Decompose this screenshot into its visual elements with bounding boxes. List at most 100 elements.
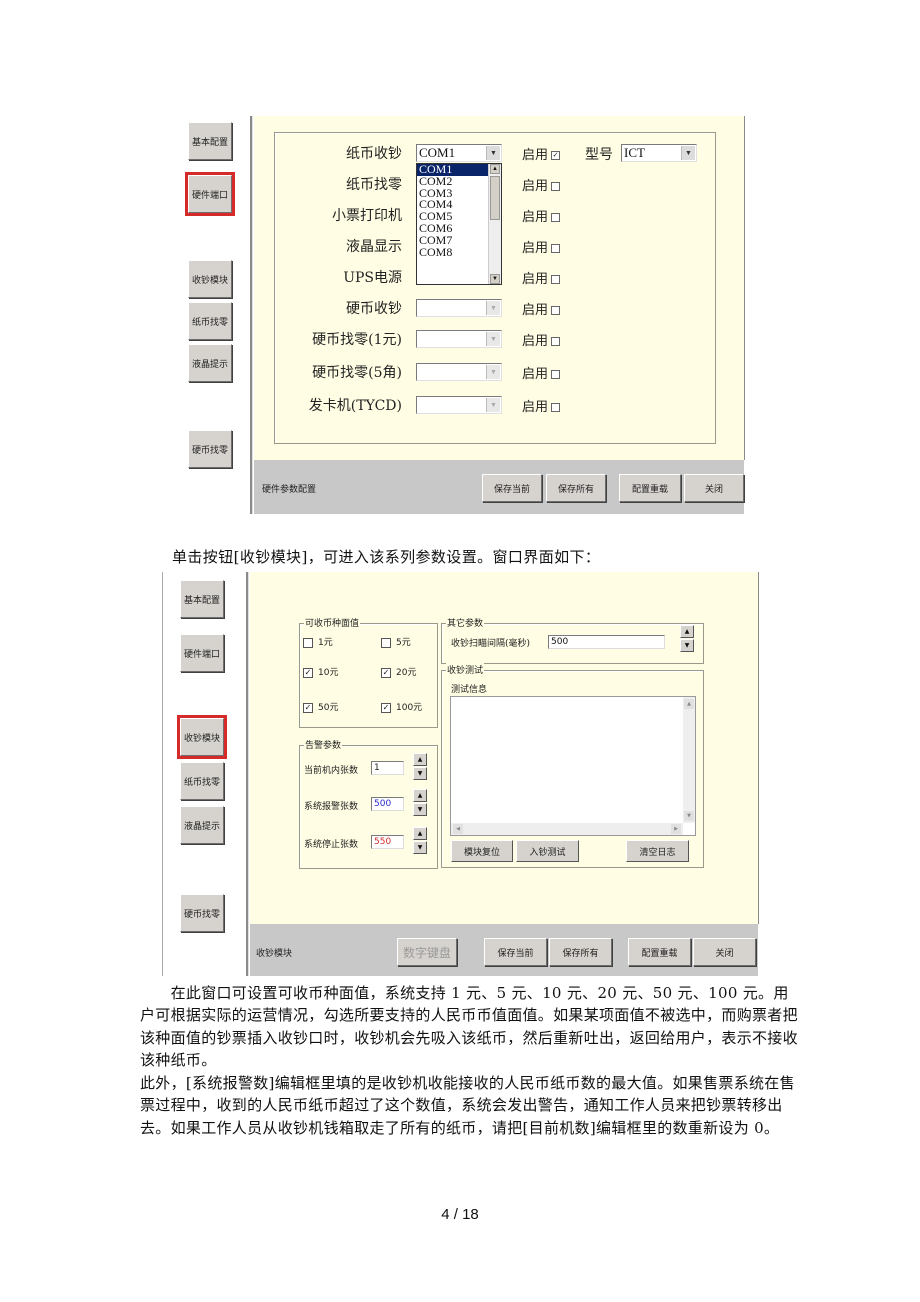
enable-checkbox[interactable]: 启用 bbox=[522, 206, 561, 225]
port-row-label: 纸币收钞 bbox=[346, 146, 402, 162]
sidebar-coin-change-button[interactable]: 硬币找零 bbox=[180, 894, 224, 932]
chevron-down-icon[interactable]: ▼ bbox=[486, 301, 500, 315]
model-select[interactable]: ICT ▼ bbox=[621, 144, 697, 162]
scroll-right-icon[interactable]: ▶ bbox=[671, 824, 681, 834]
scan-interval-input[interactable]: 500 bbox=[548, 635, 665, 649]
checkbox-icon[interactable] bbox=[381, 637, 391, 648]
alarm-title: 告警参数 bbox=[304, 738, 343, 751]
port-select[interactable]: ▼ bbox=[416, 330, 502, 348]
spin-up-icon[interactable]: ▲ bbox=[413, 753, 427, 766]
scroll-thumb[interactable] bbox=[490, 176, 500, 220]
checkbox-checked-icon[interactable]: ✓ bbox=[381, 702, 391, 713]
spin-down-icon[interactable]: ▼ bbox=[680, 639, 694, 652]
save-current-button[interactable]: 保存当前 bbox=[482, 474, 542, 502]
close-button[interactable]: 关闭 bbox=[693, 938, 756, 966]
sidebar-basic-config-button[interactable]: 基本配置 bbox=[180, 580, 224, 618]
enable-checkbox[interactable]: 启用 bbox=[522, 268, 561, 287]
numpad-button[interactable]: 数字键盘 bbox=[397, 938, 457, 966]
checkbox-icon[interactable] bbox=[551, 244, 561, 253]
close-button[interactable]: 关闭 bbox=[684, 474, 744, 502]
checkbox-icon[interactable] bbox=[551, 403, 561, 412]
spin-down-icon[interactable]: ▼ bbox=[413, 841, 427, 854]
insert-test-button[interactable]: 入钞测试 bbox=[516, 840, 579, 862]
sidebar-coin-change-button[interactable]: 硬币找零 bbox=[188, 430, 232, 468]
dropdown-scrollbar[interactable]: ▲ ▼ bbox=[488, 164, 501, 284]
denomination-checkbox[interactable]: 1元 bbox=[303, 635, 333, 648]
chevron-down-icon[interactable]: ▼ bbox=[486, 146, 500, 160]
horizontal-scrollbar[interactable]: ◀ ▶ bbox=[451, 823, 683, 835]
sidebar-lcd-prompt-button[interactable]: 液晶提示 bbox=[180, 806, 224, 844]
alarm-param-spinner[interactable]: ▲ ▼ bbox=[413, 789, 427, 817]
scroll-left-icon[interactable]: ◀ bbox=[453, 824, 463, 834]
sidebar-hardware-port-button[interactable]: 硬件端口 bbox=[185, 172, 235, 216]
checkbox-icon[interactable] bbox=[551, 275, 561, 284]
scroll-up-icon[interactable]: ▲ bbox=[684, 699, 694, 709]
sidebar-note-change-button[interactable]: 纸币找零 bbox=[180, 762, 224, 800]
alarm-param-input[interactable]: 550 bbox=[371, 835, 404, 849]
checkbox-checked-icon[interactable]: ✓ bbox=[303, 702, 313, 713]
spin-down-icon[interactable]: ▼ bbox=[413, 803, 427, 816]
separator bbox=[246, 572, 249, 976]
scroll-down-icon[interactable]: ▼ bbox=[490, 274, 500, 284]
sidebar-lcd-prompt-button[interactable]: 液晶提示 bbox=[188, 344, 232, 382]
sidebar-cash-module-button[interactable]: 收钞模块 bbox=[177, 715, 227, 759]
port-row-label: 硬币找零(1元) bbox=[312, 332, 402, 348]
scan-interval-spinner[interactable]: ▲ ▼ bbox=[680, 625, 694, 653]
spin-up-icon[interactable]: ▲ bbox=[680, 625, 694, 638]
enable-checkbox[interactable]: 启用 bbox=[522, 363, 561, 382]
reload-config-button[interactable]: 配置重载 bbox=[619, 474, 681, 502]
clear-log-button[interactable]: 清空日志 bbox=[626, 840, 689, 862]
port-select[interactable]: ▼ bbox=[416, 299, 502, 317]
denomination-checkbox[interactable]: ✓ 20元 bbox=[381, 665, 416, 678]
checkbox-checked-icon[interactable]: ✓ bbox=[551, 151, 561, 160]
chevron-down-icon[interactable]: ▼ bbox=[681, 146, 695, 160]
denomination-checkbox[interactable]: ✓ 10元 bbox=[303, 665, 338, 678]
port-select[interactable]: COM1 ▼ bbox=[416, 144, 502, 162]
sidebar-hardware-port-button[interactable]: 硬件端口 bbox=[180, 634, 224, 672]
denomination-checkbox[interactable]: ✓ 100元 bbox=[381, 700, 422, 713]
spin-up-icon[interactable]: ▲ bbox=[413, 827, 427, 840]
enable-checkbox[interactable]: 启用 bbox=[522, 330, 561, 349]
scroll-down-icon[interactable]: ▼ bbox=[684, 811, 694, 821]
enable-checkbox[interactable]: 启用 bbox=[522, 396, 561, 415]
save-current-button[interactable]: 保存当前 bbox=[484, 938, 547, 966]
chevron-down-icon[interactable]: ▼ bbox=[486, 398, 500, 412]
denomination-checkbox[interactable]: 5元 bbox=[381, 635, 411, 648]
sidebar-basic-config-button[interactable]: 基本配置 bbox=[188, 122, 232, 160]
port-dropdown-list[interactable]: COM1 COM2 COM3 COM4 COM5 COM6 COM7 COM8 ▲ ▼ bbox=[416, 163, 502, 285]
reload-config-button[interactable]: 配置重载 bbox=[628, 938, 691, 966]
denomination-label: 5元 bbox=[396, 638, 411, 648]
chevron-down-icon[interactable]: ▼ bbox=[486, 332, 500, 346]
port-select[interactable]: ▼ bbox=[416, 396, 502, 414]
enable-checkbox[interactable]: 启用 bbox=[522, 299, 561, 318]
checkbox-icon[interactable] bbox=[303, 637, 313, 648]
checkbox-icon[interactable] bbox=[551, 370, 561, 379]
enable-label: 启用 bbox=[522, 210, 549, 225]
alarm-param-input[interactable]: 500 bbox=[371, 797, 404, 811]
alarm-param-input[interactable]: 1 bbox=[371, 761, 404, 775]
checkbox-icon[interactable] bbox=[551, 337, 561, 346]
checkbox-checked-icon[interactable]: ✓ bbox=[381, 667, 391, 678]
port-select[interactable]: ▼ bbox=[416, 363, 502, 381]
scroll-up-icon[interactable]: ▲ bbox=[490, 164, 500, 174]
checkbox-checked-icon[interactable]: ✓ bbox=[303, 667, 313, 678]
checkbox-icon[interactable] bbox=[551, 182, 561, 191]
save-all-button[interactable]: 保存所有 bbox=[546, 474, 606, 502]
alarm-param-spinner[interactable]: ▲ ▼ bbox=[413, 827, 427, 855]
sidebar-cash-module-button[interactable]: 收钞模块 bbox=[188, 260, 232, 298]
test-log-textarea[interactable]: ▲ ▼ ◀ ▶ bbox=[450, 696, 696, 836]
enable-checkbox[interactable]: 启用 bbox=[522, 175, 561, 194]
save-all-button[interactable]: 保存所有 bbox=[549, 938, 612, 966]
chevron-down-icon[interactable]: ▼ bbox=[486, 365, 500, 379]
checkbox-icon[interactable] bbox=[551, 306, 561, 315]
alarm-param-spinner[interactable]: ▲ ▼ bbox=[413, 753, 427, 781]
enable-checkbox[interactable]: 启用 bbox=[522, 237, 561, 256]
denomination-checkbox[interactable]: ✓ 50元 bbox=[303, 700, 338, 713]
enable-checkbox[interactable]: 启用 ✓ bbox=[522, 144, 561, 163]
module-reset-button[interactable]: 模块复位 bbox=[451, 840, 513, 862]
checkbox-icon[interactable] bbox=[551, 213, 561, 222]
spin-down-icon[interactable]: ▼ bbox=[413, 767, 427, 780]
sidebar-note-change-button[interactable]: 纸币找零 bbox=[188, 302, 232, 340]
spin-up-icon[interactable]: ▲ bbox=[413, 789, 427, 802]
vertical-scrollbar[interactable]: ▲ ▼ bbox=[683, 697, 695, 823]
